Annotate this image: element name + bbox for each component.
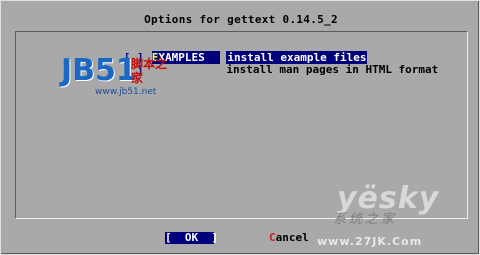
jb51-logo-cn: 脚本之家 (131, 57, 168, 85)
jb51-watermark-logo: JB51 脚本之家 www.jb51.net (61, 53, 171, 103)
cancel-hotkey: C (269, 231, 276, 244)
cancel-label-rest: ancel (275, 231, 309, 244)
option-description: install man pages in HTML format (226, 63, 439, 76)
jb51-logo-url: www.jb51.net (95, 87, 157, 97)
cancel-button[interactable]: Cancel (269, 232, 309, 244)
ok-button[interactable]: [ OK ] (165, 232, 218, 244)
dialog-title: Options for gettext 0.14.5_2 (144, 13, 338, 26)
options-dialog: Options for gettext 0.14.5_2 [ ] EXAMPLES… (0, 0, 480, 255)
jb51-logo-text: JB51 (61, 53, 137, 88)
xitongzhijia-watermark: 系统之家 (333, 212, 398, 227)
27jk-watermark: www.27JK.Com (317, 235, 423, 248)
